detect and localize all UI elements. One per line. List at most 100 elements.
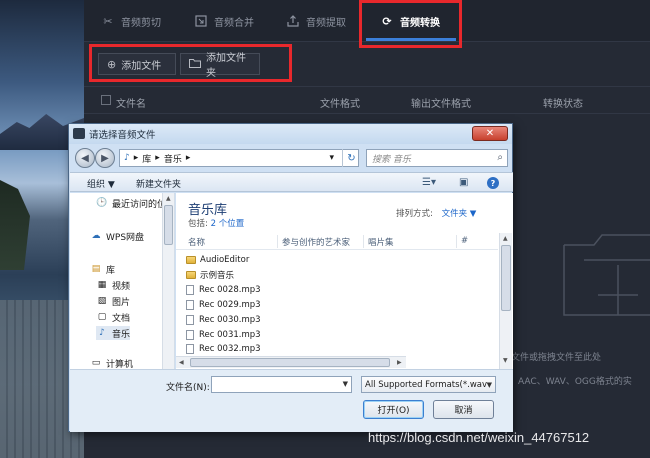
open-button[interactable]: 打开(O) (363, 400, 424, 419)
column-name[interactable]: 名称 (188, 236, 205, 248)
watermark-url: https://blog.csdn.net/weixin_44767512 (368, 430, 590, 445)
tab-label: 音频剪切 (121, 17, 161, 29)
address-bar[interactable]: ♪ ▸ 库 ▸ 音乐 ▸ ▾ (119, 149, 359, 167)
nav-item-wps-cloud[interactable]: ☁ WPS网盘 (90, 229, 145, 243)
dropdown-arrow-icon[interactable]: ▾ (329, 153, 334, 163)
help-icon[interactable]: ? (487, 177, 499, 189)
column-artist[interactable]: 参与创作的艺术家 (282, 236, 350, 248)
file-row[interactable]: AudioEditor (186, 253, 249, 267)
nav-item-recent[interactable]: 🕒 最近访问的位 (96, 196, 166, 210)
tab-audio-merge[interactable]: 音频合并 (194, 0, 254, 42)
file-list-pane: 音乐库 包括: 2 个位置 排列方式: 文件夹 ▼ 名称 参与创作的艺术家 唱片… (176, 193, 513, 369)
merge-icon (194, 14, 208, 28)
folder-icon (186, 256, 196, 264)
chevron-down-icon: ▼ (486, 381, 492, 389)
nav-item-computer[interactable]: ▭ 计算机 (90, 356, 133, 370)
library-includes: 包括: 2 个位置 (188, 217, 244, 229)
extract-icon (286, 14, 300, 28)
nav-label: WPS网盘 (106, 232, 145, 243)
picture-icon: ▧ (97, 296, 107, 306)
includes-link[interactable]: 2 个位置 (211, 219, 245, 229)
nav-scroll-thumb[interactable] (164, 205, 173, 245)
dialog-close-button[interactable]: ✕ (472, 126, 508, 141)
address-part-library[interactable]: 库 (142, 152, 151, 165)
nav-label: 最近访问的位 (112, 199, 167, 210)
address-part-music[interactable]: 音乐 (164, 152, 182, 165)
file-row[interactable]: Rec 0028.mp3 (186, 283, 261, 297)
scroll-up-icon[interactable]: ▲ (503, 235, 508, 242)
file-name: Rec 0028.mp3 (199, 285, 261, 295)
file-list-vertical-scrollbar[interactable]: ▲ ▼ (499, 233, 512, 369)
column-file-name: 文件名 (116, 99, 146, 110)
nav-label: 文档 (112, 313, 131, 324)
column-album[interactable]: 唱片集 (368, 236, 394, 248)
forward-button[interactable]: ▶ (95, 148, 115, 168)
recent-icon: 🕒 (96, 198, 108, 208)
search-placeholder: 搜索 音乐 (372, 154, 411, 165)
search-icon: ⌕ (497, 152, 503, 163)
column-output-format: 输出文件格式 (411, 99, 471, 110)
library-title: 音乐库 (188, 203, 228, 218)
column-header-row: 名称 参与创作的艺术家 唱片集 # (176, 233, 498, 250)
preview-pane-icon[interactable]: ▣ (459, 177, 468, 188)
nav-scrollbar[interactable]: ▲ (162, 193, 174, 369)
tab-audio-cut[interactable]: ✂ 音频剪切 (101, 0, 161, 42)
horizontal-scroll-thumb[interactable] (190, 358, 390, 367)
tab-audio-extract[interactable]: 音频提取 (286, 0, 346, 42)
navigation-pane: 🕒 最近访问的位 ☁ WPS网盘 ▤ 库 ▦ 视频 ▧ 图片 ▢ 文档 ♪ 音乐… (70, 193, 175, 370)
filename-label: 文件名(N): (166, 383, 210, 393)
chevron-right-icon: ▸ (133, 153, 139, 163)
cancel-button[interactable]: 取消 (433, 400, 494, 419)
search-input[interactable]: 搜索 音乐 ⌕ (366, 149, 508, 167)
column-separator (363, 235, 364, 248)
file-row[interactable]: Rec 0031.mp3 (186, 328, 261, 342)
back-button[interactable]: ◀ (75, 148, 95, 168)
file-icon (186, 315, 194, 325)
column-separator (456, 235, 457, 248)
arrow-right-icon: ▶ (101, 152, 109, 164)
view-options-icon[interactable]: ☰▾ (422, 177, 436, 188)
file-list-header: 文件名 文件格式 输出文件格式 转换状态 (84, 86, 650, 114)
organize-menu[interactable]: 组织 ▼ (87, 177, 115, 190)
select-all-checkbox[interactable] (101, 95, 111, 105)
drop-zone[interactable] (554, 205, 650, 335)
scroll-down-icon[interactable]: ▼ (503, 357, 508, 364)
nav-item-videos[interactable]: ▦ 视频 (96, 278, 130, 292)
column-status: 转换状态 (543, 99, 583, 110)
file-row[interactable]: Rec 0030.mp3 (186, 313, 261, 327)
music-folder-icon: ♪ (124, 153, 130, 163)
file-icon (186, 330, 194, 340)
library-icon: ▤ (91, 264, 101, 274)
chevron-right-icon: ▸ (185, 153, 191, 163)
nav-item-pictures[interactable]: ▧ 图片 (96, 294, 130, 308)
scroll-up-icon[interactable]: ▲ (166, 195, 171, 202)
scroll-right-icon[interactable]: ▶ (397, 359, 402, 366)
scissors-icon: ✂ (103, 14, 113, 28)
scroll-left-icon[interactable]: ◀ (179, 359, 184, 366)
file-icon (186, 285, 194, 295)
file-type-select[interactable]: All Supported Formats(*.wav ▼ (361, 376, 496, 393)
nav-item-library[interactable]: ▤ 库 (90, 262, 115, 276)
chevron-down-icon[interactable]: ▼ (343, 380, 348, 388)
nav-item-documents[interactable]: ▢ 文档 (96, 310, 130, 324)
vertical-scroll-thumb[interactable] (501, 245, 511, 311)
nav-label: 视频 (112, 281, 131, 292)
video-icon: ▦ (97, 280, 107, 290)
new-folder-button[interactable]: 新建文件夹 (136, 177, 181, 190)
highlight-box-convert-tab (359, 0, 462, 48)
refresh-button[interactable]: ↻ (342, 149, 360, 167)
dialog-title-bar[interactable]: 请选择音频文件 ✕ (69, 124, 512, 144)
file-row[interactable]: Rec 0029.mp3 (186, 298, 261, 312)
folder-icon (186, 271, 196, 279)
column-track[interactable]: # (461, 236, 468, 246)
filename-input[interactable]: ▼ (211, 376, 352, 393)
file-name: 示例音乐 (200, 271, 235, 281)
arrange-dropdown[interactable]: 文件夹 ▼ (442, 209, 477, 219)
file-row[interactable]: 示例音乐 (186, 268, 234, 282)
file-list-horizontal-scrollbar[interactable]: ◀ ▶ (176, 356, 406, 368)
cloud-icon: ☁ (91, 231, 101, 241)
file-open-dialog: 请选择音频文件 ✕ ◀ ▶ ♪ ▸ 库 ▸ 音乐 ▸ ▾ ↻ 搜索 音乐 ⌕ 组… (68, 123, 513, 432)
tab-label: 音频提取 (306, 17, 346, 29)
nav-item-music[interactable]: ♪ 音乐 (96, 326, 131, 340)
file-row[interactable]: Rec 0032.mp3 (186, 343, 261, 355)
